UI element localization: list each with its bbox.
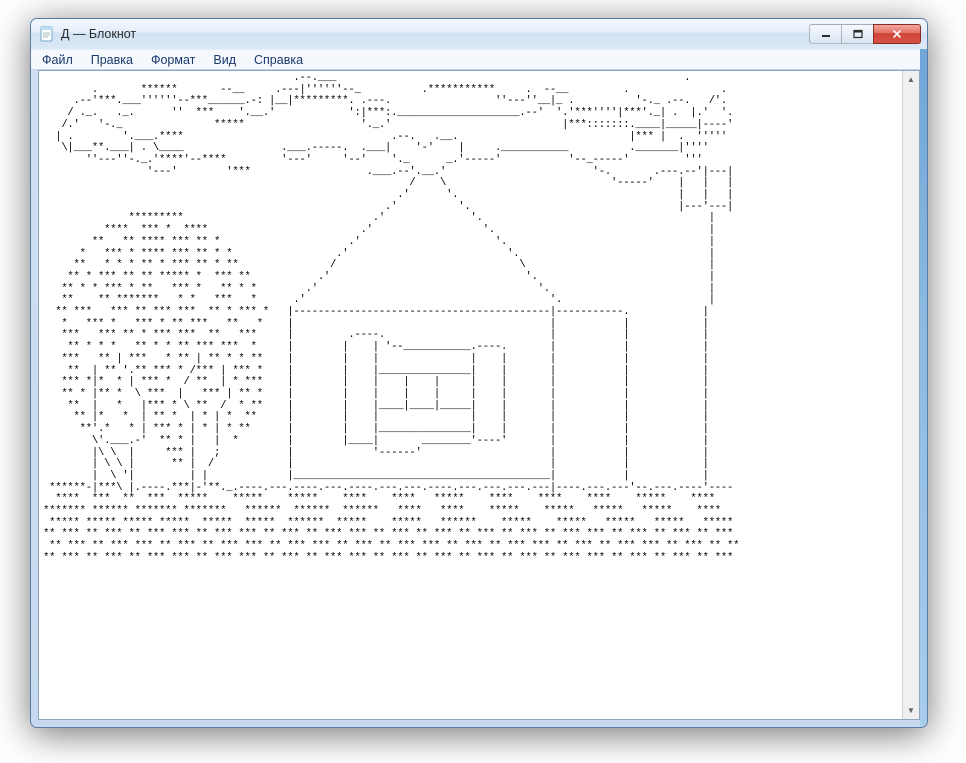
window-controls: [809, 24, 921, 44]
menu-format[interactable]: Формат: [142, 51, 204, 69]
maximize-button[interactable]: [841, 24, 873, 44]
app-window: Д — Блокнот Файл Правка Формат Вид Справ…: [30, 18, 928, 728]
client-area: .--.___ . . ****** --__ .---|''''''--_ .…: [38, 70, 920, 720]
menu-file[interactable]: Файл: [33, 51, 82, 69]
menu-view[interactable]: Вид: [204, 51, 245, 69]
right-frame-accent: [920, 49, 927, 727]
vertical-scrollbar[interactable]: ▲ ▼: [902, 71, 919, 719]
text-editor[interactable]: .--.___ . . ****** --__ .---|''''''--_ .…: [39, 71, 902, 719]
menu-edit[interactable]: Правка: [82, 51, 142, 69]
close-button[interactable]: [873, 24, 921, 44]
titlebar[interactable]: Д — Блокнот: [31, 19, 927, 49]
notepad-icon: [39, 26, 55, 42]
scroll-down-arrow[interactable]: ▼: [903, 702, 919, 719]
window-title: Д — Блокнот: [61, 27, 749, 41]
minimize-button[interactable]: [809, 24, 841, 44]
menubar: Файл Правка Формат Вид Справка: [31, 49, 927, 70]
scroll-up-arrow[interactable]: ▲: [903, 71, 919, 88]
menu-help[interactable]: Справка: [245, 51, 312, 69]
